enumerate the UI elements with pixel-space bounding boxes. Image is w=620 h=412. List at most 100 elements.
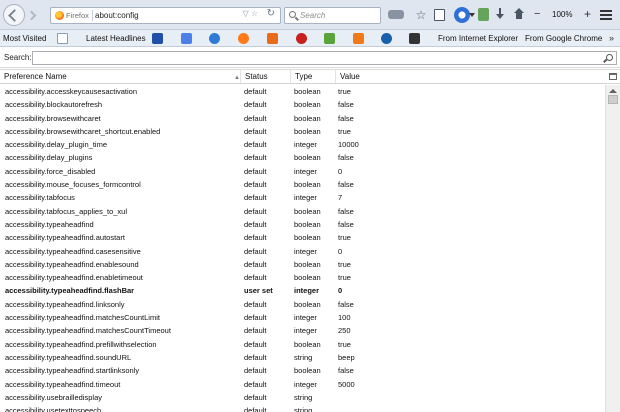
bookmark-site-icon[interactable] bbox=[381, 33, 392, 44]
column-header-status[interactable]: Status bbox=[241, 70, 291, 83]
table-row[interactable]: accessibility.force_disabled default integ… bbox=[0, 165, 605, 178]
addon-icon[interactable] bbox=[478, 8, 489, 21]
pref-name-cell: accessibility.tabfocus bbox=[5, 193, 75, 203]
zoom-level[interactable]: 100% bbox=[552, 10, 572, 20]
pref-value-cell: false bbox=[338, 299, 354, 309]
table-row[interactable]: accessibility.tabfocus_applies_to_xul def… bbox=[0, 205, 605, 218]
pref-status-cell: default bbox=[244, 233, 267, 243]
pref-type-cell: boolean bbox=[294, 339, 321, 349]
bookmark-latest-headlines[interactable]: Latest Headlines bbox=[86, 32, 146, 45]
pref-value-cell: false bbox=[338, 206, 354, 216]
pref-status-cell: default bbox=[244, 126, 267, 136]
table-row[interactable]: accessibility.delay_plugin_time default in… bbox=[0, 138, 605, 151]
bookmark-site-icon[interactable] bbox=[238, 33, 249, 44]
column-header-preference-name[interactable]: Preference Name ▲ bbox=[0, 70, 241, 83]
pref-status-cell: default bbox=[244, 100, 267, 110]
pref-name-cell: accessibility.accesskeycausesactivation bbox=[5, 87, 138, 96]
table-row[interactable]: accessibility.blockautorefresh default boo… bbox=[0, 98, 605, 111]
bookmark-blank-icon[interactable] bbox=[57, 33, 68, 44]
web-search-box[interactable]: Search bbox=[284, 7, 381, 24]
table-row[interactable]: accessibility.typeaheadfind.matchesCount… bbox=[0, 311, 605, 324]
table-row[interactable]: accessibility.usebrailledisplay default st… bbox=[0, 391, 605, 404]
home-icon[interactable] bbox=[513, 8, 525, 20]
table-row[interactable]: accessibility.mouse_focuses_formcontrol d… bbox=[0, 178, 605, 191]
bookmark-star-icon[interactable]: ☆ bbox=[414, 8, 428, 22]
bookmark-site-icon[interactable] bbox=[152, 33, 163, 44]
table-row[interactable]: accessibility.browsewithcaret_shortcut.e… bbox=[0, 125, 605, 138]
pref-status-cell: default bbox=[244, 326, 267, 336]
bookmark-site-icon[interactable] bbox=[296, 33, 307, 44]
table-row[interactable]: accessibility.typeaheadfind.prefillwiths… bbox=[0, 338, 605, 351]
scroll-up-arrow-icon[interactable] bbox=[609, 89, 617, 93]
table-row[interactable]: accessibility.delay_plugins default boolea… bbox=[0, 151, 605, 164]
bookmark-site-icon[interactable] bbox=[324, 33, 335, 44]
table-row[interactable]: accessibility.typeaheadfind.casesensitiv… bbox=[0, 245, 605, 258]
pref-name-cell: accessibility.delay_plugins bbox=[5, 153, 93, 163]
pref-status-cell: default bbox=[244, 313, 267, 323]
url-text[interactable]: about:config bbox=[95, 10, 139, 21]
zoom-out-button[interactable]: − bbox=[534, 9, 540, 20]
back-button[interactable] bbox=[3, 4, 25, 26]
config-search-input[interactable] bbox=[32, 51, 617, 65]
bookmark-site-icon[interactable] bbox=[209, 33, 220, 44]
download-icon[interactable] bbox=[495, 8, 505, 21]
pref-value-cell: beep bbox=[338, 352, 355, 362]
clipboard-icon[interactable] bbox=[434, 9, 445, 21]
pref-name-cell: accessibility.typeaheadfind.linksonly bbox=[5, 299, 125, 309]
table-row[interactable]: accessibility.typeaheadfind default boolea… bbox=[0, 218, 605, 231]
pref-status-cell: default bbox=[244, 392, 267, 402]
table-row[interactable]: accessibility.tabfocus default integer 7 bbox=[0, 191, 605, 204]
table-row[interactable]: accessibility.typeaheadfind.enablesound d… bbox=[0, 258, 605, 271]
table-row[interactable]: accessibility.typeaheadfind.linksonly def… bbox=[0, 298, 605, 311]
table-row[interactable]: accessibility.usetexttospeech default stri… bbox=[0, 404, 605, 412]
pref-status-cell: default bbox=[244, 246, 267, 256]
pref-value-cell: false bbox=[338, 113, 354, 123]
pref-value-cell: 250 bbox=[338, 326, 351, 336]
table-row[interactable]: accessibility.typeaheadfind.flashBar user… bbox=[0, 284, 605, 297]
pref-type-cell: string bbox=[294, 406, 313, 412]
table-row[interactable]: accessibility.accesskeycausesactivation d… bbox=[0, 85, 605, 98]
menu-icon[interactable] bbox=[600, 10, 612, 20]
bookmark-site-icon[interactable] bbox=[409, 33, 420, 44]
scrollbar-thumb[interactable] bbox=[608, 95, 618, 104]
reload-icon[interactable]: ↻ bbox=[267, 8, 275, 19]
gamepad-icon[interactable] bbox=[388, 10, 404, 19]
pref-type-cell: boolean bbox=[294, 299, 321, 309]
pref-type-cell: boolean bbox=[294, 180, 321, 190]
table-row[interactable]: accessibility.typeaheadfind.autostart def… bbox=[0, 231, 605, 244]
sync-dropdown-icon[interactable] bbox=[469, 13, 475, 17]
identity-box[interactable]: Firefox bbox=[53, 10, 93, 21]
preferences-tree: Preference Name ▲ Status Type Value acce… bbox=[0, 69, 620, 412]
table-row[interactable]: accessibility.browsewithcaret default bool… bbox=[0, 112, 605, 125]
history-dropdown-icon[interactable]: ▽ ☆ bbox=[242, 9, 258, 18]
table-row[interactable]: accessibility.typeaheadfind.soundURL defa… bbox=[0, 351, 605, 364]
bookmark-folder-ie[interactable]: From Internet Explorer bbox=[438, 32, 518, 45]
table-row[interactable]: accessibility.typeaheadfind.matchesCount… bbox=[0, 324, 605, 337]
bookmark-most-visited[interactable]: Most Visited bbox=[3, 32, 46, 45]
table-row[interactable]: accessibility.typeaheadfind.timeout defau… bbox=[0, 378, 605, 391]
config-search-row: Search: bbox=[0, 48, 620, 68]
pref-status-cell: default bbox=[244, 273, 267, 283]
zoom-in-button[interactable]: + bbox=[584, 8, 591, 20]
table-row[interactable]: accessibility.typeaheadfind.enabletimeou… bbox=[0, 271, 605, 284]
column-picker-icon[interactable] bbox=[609, 73, 617, 80]
pref-value-cell: false bbox=[338, 180, 354, 190]
bookmark-site-icon[interactable] bbox=[353, 33, 364, 44]
pref-type-cell: integer bbox=[294, 166, 317, 176]
pref-type-cell: string bbox=[294, 352, 313, 362]
column-header-type[interactable]: Type bbox=[291, 70, 336, 83]
pref-value-cell: false bbox=[338, 100, 354, 110]
vertical-scrollbar[interactable] bbox=[605, 85, 620, 412]
column-header-value[interactable]: Value bbox=[336, 70, 605, 83]
bookmarks-overflow-chevron-icon[interactable]: » bbox=[609, 32, 614, 45]
bookmark-folder-chrome[interactable]: From Google Chrome bbox=[525, 32, 602, 45]
sync-icon[interactable] bbox=[454, 7, 470, 23]
bookmark-site-icon[interactable] bbox=[267, 33, 278, 44]
table-row[interactable]: accessibility.typeaheadfind.startlinkson… bbox=[0, 364, 605, 377]
bookmark-site-icon[interactable] bbox=[181, 33, 192, 44]
pref-name-cell: accessibility.blockautorefresh bbox=[5, 100, 102, 110]
url-bar[interactable]: Firefox about:config ▽ ☆ ↻ bbox=[50, 7, 281, 24]
forward-button[interactable] bbox=[26, 9, 42, 21]
pref-status-cell: default bbox=[244, 352, 267, 362]
pref-value-cell: false bbox=[338, 153, 354, 163]
